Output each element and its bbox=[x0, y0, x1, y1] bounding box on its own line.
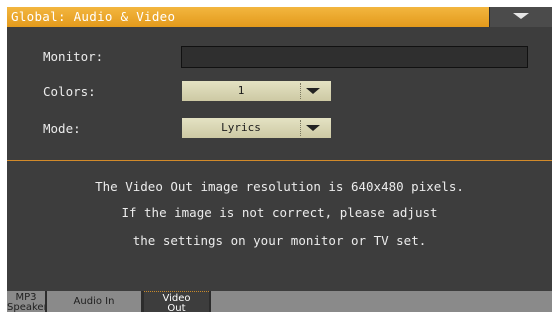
tab-bar: MP3 Speaker Audio In Video Out bbox=[7, 291, 552, 312]
info-message-line-2: If the image is not correct, please adju… bbox=[121, 205, 438, 220]
page-title: Global: Audio & Video bbox=[11, 9, 176, 24]
tab-bar-filler bbox=[211, 291, 552, 312]
mode-value: Lyrics bbox=[221, 121, 261, 134]
tab-label: Speaker bbox=[7, 302, 45, 312]
dropdown-arrow-icon[interactable] bbox=[306, 125, 320, 131]
mode-select[interactable]: Lyrics bbox=[182, 118, 331, 138]
monitor-label: Monitor: bbox=[43, 49, 104, 64]
tab-label: Out bbox=[167, 303, 186, 312]
section-divider bbox=[7, 160, 552, 161]
select-separator bbox=[300, 120, 301, 136]
mode-label: Mode: bbox=[43, 121, 81, 136]
dropdown-arrow-icon[interactable] bbox=[306, 88, 320, 94]
colors-value: 1 bbox=[237, 84, 245, 97]
global-audio-video-page: Global: Audio & Video Monitor: Colors: 1… bbox=[7, 7, 552, 312]
select-separator bbox=[300, 83, 301, 99]
tab-mp3-speaker[interactable]: MP3 Speaker bbox=[7, 291, 45, 312]
monitor-field bbox=[181, 46, 528, 68]
colors-label: Colors: bbox=[43, 84, 96, 99]
tab-video-out[interactable]: Video Out bbox=[144, 291, 209, 312]
colors-select[interactable]: 1 bbox=[182, 81, 331, 101]
tab-label: Audio In bbox=[73, 296, 115, 307]
page-menu-button[interactable] bbox=[489, 7, 552, 27]
title-bar: Global: Audio & Video bbox=[7, 7, 552, 27]
tab-audio-in[interactable]: Audio In bbox=[47, 291, 141, 312]
info-message-line-3: the settings on your monitor or TV set. bbox=[132, 233, 427, 248]
chevron-down-icon bbox=[513, 13, 529, 19]
info-message-line-1: The Video Out image resolution is 640x48… bbox=[95, 179, 464, 194]
